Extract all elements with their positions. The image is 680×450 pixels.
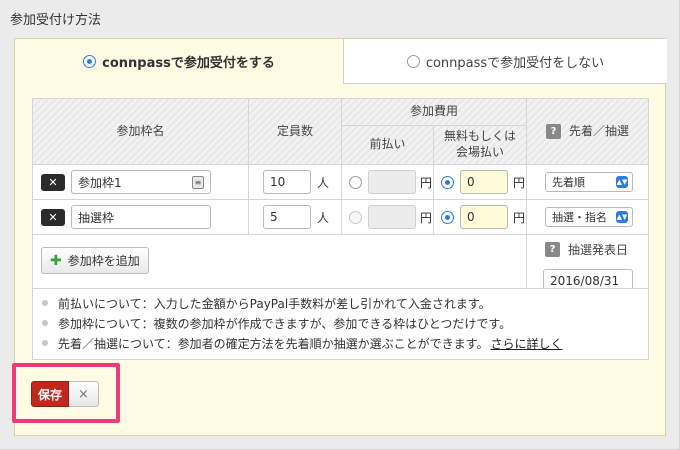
- select-value: 先着順: [552, 176, 585, 189]
- table-row-2-onsite-cell: 0 円: [433, 199, 527, 235]
- input-value: 5: [270, 210, 278, 224]
- note-text: 参加枠について：複数の参加枠が作成できますが、参加できる枠はひとつだけです。: [58, 316, 512, 331]
- help-icon[interactable]: ?: [545, 242, 560, 257]
- id-card-icon[interactable]: ≡: [192, 175, 204, 189]
- onsite-unit: 円: [513, 175, 526, 190]
- onsite-amount-input[interactable]: 0: [460, 170, 508, 194]
- radio-unselected-icon: [406, 54, 420, 68]
- table-row-1-name-cell: ✕ 参加枠1 ≡: [32, 164, 249, 200]
- input-value: 2016/08/31: [550, 273, 620, 288]
- lottery-date-cell: ? 抽選発表日 2016/08/31: [526, 234, 649, 292]
- note-item: 前払いについて：入力した金額からPayPal手数料が差し引かれて入金されます。: [33, 293, 648, 313]
- cancel-button[interactable]: ×: [69, 381, 99, 407]
- table-row-2-capacity-cell: 5 人: [248, 199, 342, 235]
- prepay-unit: 円: [420, 210, 433, 225]
- capacity-input[interactable]: 10: [263, 170, 311, 194]
- header-capacity: 定員数: [248, 98, 342, 165]
- header-text: 定員数: [276, 123, 313, 138]
- capacity-input[interactable]: 5: [263, 205, 311, 229]
- table-row-1-onsite-cell: 0 円: [433, 164, 527, 200]
- table-row-2-name-cell: ✕ 抽選枠: [32, 199, 249, 235]
- table-row-2-prepay-cell: 円: [341, 199, 434, 235]
- input-value: 10: [270, 175, 286, 189]
- learn-more-link[interactable]: さらに詳しく: [490, 335, 562, 352]
- save-button[interactable]: 保存: [31, 381, 69, 407]
- table-row-1-prepay-cell: 円: [341, 164, 434, 200]
- input-value: 0: [467, 175, 475, 189]
- bullet-icon: [42, 320, 48, 326]
- table-row-1-capacity-cell: 10 人: [248, 164, 342, 200]
- radio-selected-icon: [83, 55, 97, 68]
- frame-name-input[interactable]: 参加枠1 ≡: [71, 170, 211, 194]
- header-fee: 参加費用: [341, 98, 527, 126]
- capacity-unit: 人: [317, 175, 330, 190]
- tab-no-connpass-reception[interactable]: connpassで参加受付をしない: [343, 39, 667, 84]
- tab-connpass-reception[interactable]: connpassで参加受付をする: [15, 39, 343, 84]
- prepay-amount-input[interactable]: [368, 170, 416, 194]
- lottery-date-label: 抽選発表日: [568, 243, 629, 257]
- prepay-unit: 円: [420, 175, 433, 190]
- prepay-radio[interactable]: [349, 210, 362, 224]
- add-frame-cell: ✚ 参加枠を追加: [32, 234, 527, 289]
- notes-list: 前払いについて：入力した金額からPayPal手数料が差し引かれて入金されます。 …: [32, 288, 649, 360]
- table-row-2-method-cell: 抽選・指名 ▲▼: [526, 199, 649, 235]
- header-text: 参加枠名: [116, 123, 165, 138]
- tab-label: connpassで参加受付をしない: [425, 55, 605, 71]
- capacity-unit: 人: [317, 210, 330, 225]
- note-item: 参加枠について：複数の参加枠が作成できますが、参加できる枠はひとつだけです。: [33, 313, 648, 333]
- onsite-radio[interactable]: [441, 210, 454, 224]
- select-arrows-icon: ▲▼: [616, 211, 628, 223]
- select-arrows-icon: ▲▼: [616, 176, 628, 188]
- header-frame-name: 参加枠名: [32, 98, 249, 165]
- header-text: 無料もしくは: [443, 129, 516, 144]
- button-label: 参加枠を追加: [67, 254, 140, 268]
- table-row-1-method-cell: 先着順 ▲▼: [526, 164, 649, 200]
- header-text: 会場払い: [455, 145, 504, 159]
- note-text: 先着／抽選について：参加者の確定方法を先着順か抽選か選ぶことができます。: [58, 336, 489, 351]
- header-selection: ? 先着／抽選: [526, 98, 649, 165]
- bullet-icon: [42, 340, 48, 346]
- header-text: 先着／抽選: [568, 123, 629, 138]
- method-select[interactable]: 先着順 ▲▼: [545, 172, 633, 192]
- prepay-radio[interactable]: [349, 175, 362, 189]
- prepay-amount-input[interactable]: [368, 205, 416, 229]
- method-select[interactable]: 抽選・指名 ▲▼: [545, 207, 633, 227]
- tab-label: connpassで参加受付をする: [102, 56, 275, 71]
- onsite-unit: 円: [513, 210, 526, 225]
- delete-row-icon[interactable]: ✕: [41, 173, 65, 191]
- help-icon[interactable]: ?: [545, 124, 561, 139]
- settings-container: 参加受付け方法 connpassで参加受付をする connpassで参加受付をし…: [0, 0, 680, 450]
- header-free-or-onsite: 無料もしくは 会場払い: [433, 125, 527, 165]
- select-value: 抽選・指名: [552, 211, 607, 224]
- add-frame-button[interactable]: ✚ 参加枠を追加: [41, 247, 149, 274]
- note-text: 前払いについて：入力した金額からPayPal手数料が差し引かれて入金されます。: [58, 296, 491, 311]
- input-value: 0: [467, 210, 475, 224]
- header-text: 参加費用: [409, 104, 458, 119]
- lottery-date-label-row: ? 抽選発表日: [545, 241, 628, 258]
- input-value: 参加枠1: [78, 175, 122, 190]
- plus-icon: ✚: [50, 252, 62, 269]
- header-prepay: 前払い: [341, 125, 434, 165]
- input-value: 抽選枠: [78, 210, 115, 225]
- frame-name-input[interactable]: 抽選枠: [71, 205, 211, 229]
- section-title: 参加受付け方法: [10, 13, 102, 28]
- onsite-amount-input[interactable]: 0: [460, 205, 508, 229]
- bullet-icon: [42, 300, 48, 306]
- note-item: 先着／抽選について：参加者の確定方法を先着順か抽選か選ぶことができます。 さらに…: [33, 333, 648, 353]
- delete-row-icon[interactable]: ✕: [41, 208, 65, 226]
- header-text: 前払い: [369, 137, 406, 152]
- onsite-radio[interactable]: [441, 175, 454, 189]
